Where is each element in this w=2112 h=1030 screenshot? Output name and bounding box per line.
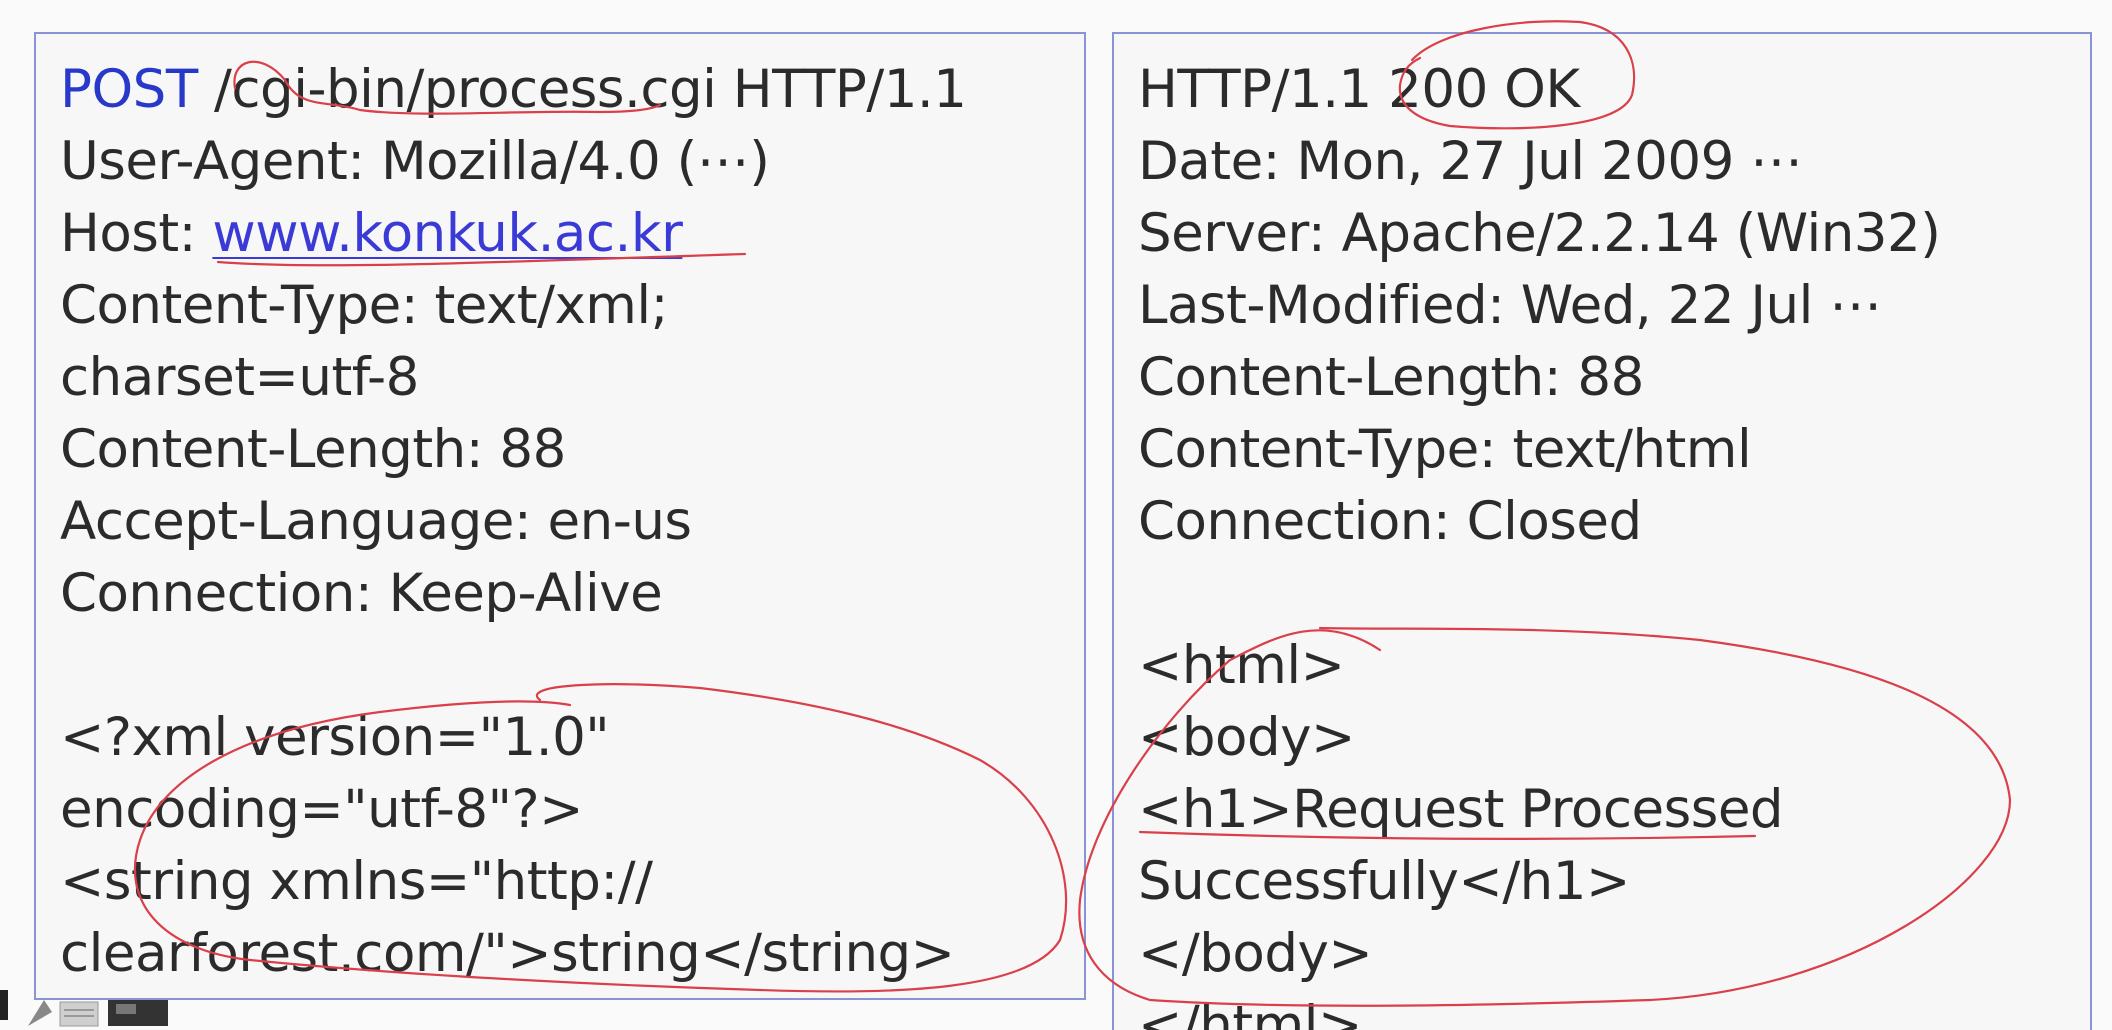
content-length-header: Content-Length: 88	[1138, 347, 1644, 408]
page-icon[interactable]	[59, 1001, 99, 1027]
response-body-line: <html>	[1138, 635, 1345, 696]
host-label: Host:	[60, 203, 213, 264]
host-header: Host: www.konkuk.ac.kr	[60, 198, 1074, 270]
edge-glyph	[0, 990, 8, 1020]
status-line: HTTP/1.1 200 OK	[1138, 54, 2080, 126]
pen-tool-icon[interactable]	[28, 1000, 52, 1026]
response-lines: HTTP/1.1 200 OK Date: Mon, 27 Jul 2009 ⋯…	[1138, 54, 2080, 1030]
http-request-panel: POST /cgi-bin/process.cgi HTTP/1.1 User-…	[34, 32, 1086, 1000]
last-modified-header: Last-Modified: Wed, 22 Jul ⋯	[1138, 275, 1882, 336]
request-target: /cgi-bin/process.cgi HTTP/1.1	[197, 59, 967, 120]
request-lines: POST /cgi-bin/process.cgi HTTP/1.1 User-…	[60, 54, 1074, 990]
date-header: Date: Mon, 27 Jul 2009 ⋯	[1138, 131, 1803, 192]
charset-value: charset=utf-8	[60, 347, 419, 408]
response-body-line: <body>	[1138, 707, 1355, 768]
content-type-header: Content-Type: text/html	[1138, 419, 1752, 480]
user-agent-header: User-Agent: Mozilla/4.0 (⋯)	[60, 131, 770, 192]
request-body-line: encoding="utf-8"?>	[60, 779, 584, 840]
content-length-header: Content-Length: 88	[60, 419, 566, 480]
request-body-line: <?xml version="1.0"	[60, 707, 610, 768]
connection-header: Connection: Closed	[1138, 491, 1642, 552]
request-line: POST /cgi-bin/process.cgi HTTP/1.1	[60, 54, 1074, 126]
request-body-line: <string xmlns="http://	[60, 851, 653, 912]
response-body-line: </body>	[1138, 923, 1373, 984]
toolbar-fragment	[0, 990, 168, 1027]
response-body-line: </html>	[1138, 995, 1362, 1030]
accept-language-header: Accept-Language: en-us	[60, 491, 692, 552]
server-header: Server: Apache/2.2.14 (Win32)	[1138, 203, 1941, 264]
connection-header: Connection: Keep-Alive	[60, 563, 663, 624]
request-body-line: clearforest.com/">string</string>	[60, 923, 955, 984]
host-link[interactable]: www.konkuk.ac.kr	[212, 203, 682, 264]
status-prefix: HTTP/1.1	[1138, 59, 1389, 120]
response-body-line: <h1>Request Processed	[1138, 779, 1784, 840]
request-method: POST	[60, 59, 198, 120]
http-response-panel: HTTP/1.1 200 OK Date: Mon, 27 Jul 2009 ⋯…	[1112, 32, 2092, 1030]
content-type-header: Content-Type: text/xml;	[60, 275, 669, 336]
status-code: 200 OK	[1388, 59, 1580, 120]
response-body-line: Successfully</h1>	[1138, 851, 1630, 912]
